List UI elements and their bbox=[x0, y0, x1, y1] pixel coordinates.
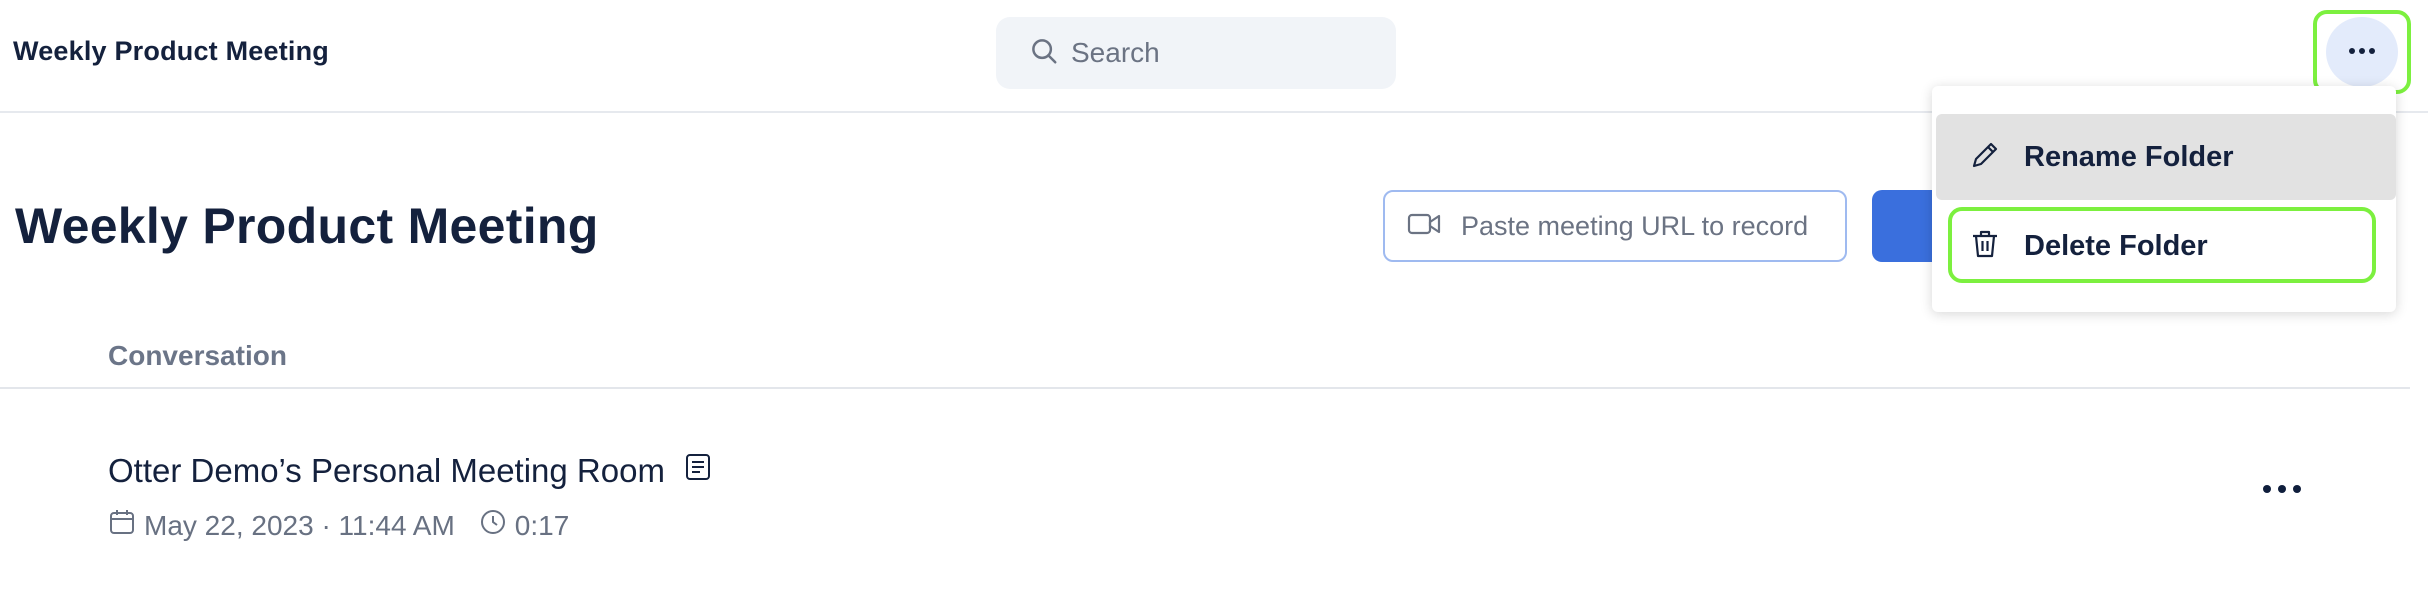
clock-icon bbox=[479, 508, 507, 543]
divider bbox=[0, 387, 2410, 389]
folder-title: Weekly Product Meeting bbox=[13, 36, 329, 66]
delete-folder-highlight bbox=[1948, 207, 2376, 283]
folder-more-button[interactable] bbox=[2326, 17, 2398, 87]
ellipsis-icon bbox=[2348, 43, 2376, 61]
column-header-conversation: Conversation bbox=[108, 340, 287, 371]
conversation-more-button[interactable] bbox=[2260, 478, 2304, 502]
conversation-meta: May 22, 2023 · 11:44 AM 0:17 bbox=[108, 508, 569, 543]
url-input-placeholder: Paste meeting URL to record bbox=[1461, 210, 1809, 241]
ellipsis-icon bbox=[2262, 481, 2302, 499]
menu-item-rename-folder[interactable]: Rename Folder bbox=[1936, 114, 2396, 200]
calendar-icon bbox=[108, 508, 136, 543]
search-icon bbox=[1029, 36, 1059, 71]
transcript-icon bbox=[665, 452, 713, 490]
search-placeholder: Search bbox=[1071, 37, 1160, 68]
menu-item-label: Rename Folder bbox=[2024, 140, 2234, 173]
search-input[interactable]: Search bbox=[996, 17, 1396, 89]
conversation-title-text: Otter Demo’s Personal Meeting Room bbox=[108, 452, 665, 489]
video-camera-icon bbox=[1407, 211, 1441, 242]
meeting-url-input[interactable]: Paste meeting URL to record bbox=[1383, 190, 1847, 262]
conversation-duration: 0:17 bbox=[514, 509, 570, 541]
page-title: Weekly Product Meeting bbox=[15, 198, 599, 254]
conversation-date: May 22, 2023 · 11:44 AM bbox=[144, 509, 455, 541]
pencil-icon bbox=[1968, 138, 2002, 177]
conversation-title[interactable]: Otter Demo’s Personal Meeting Room bbox=[108, 452, 713, 490]
